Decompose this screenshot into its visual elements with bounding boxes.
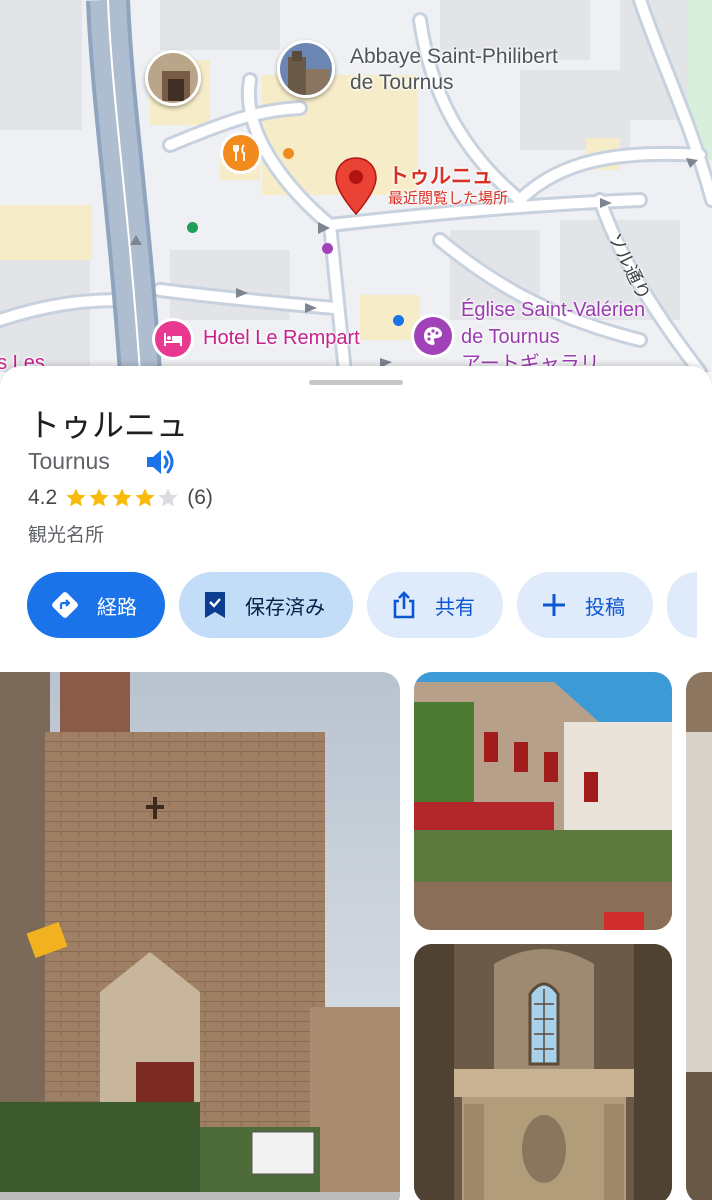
star-icon — [158, 488, 178, 507]
poi-dot-orange[interactable] — [283, 148, 294, 159]
pin-subtitle: 最近閲覧した場所 — [388, 190, 509, 207]
place-category: 観光名所 — [28, 524, 105, 546]
plus-icon — [541, 592, 567, 618]
poi-abbaye-line2: de Tournus — [350, 71, 454, 94]
street-cafe-photo[interactable] — [414, 672, 672, 930]
abbaye-photo-marker[interactable] — [277, 40, 335, 98]
photo-marker[interactable] — [145, 50, 201, 106]
star-icon — [112, 488, 132, 507]
star-icon — [66, 488, 86, 507]
poi-dot-blue[interactable] — [393, 315, 404, 326]
place-pin-icon[interactable] — [334, 156, 378, 216]
poi-abbaye-line1: Abbaye Saint-Philibert — [350, 45, 558, 68]
speaker-icon[interactable] — [144, 446, 178, 482]
post-label: 投稿 — [585, 594, 625, 619]
share-icon — [391, 590, 417, 620]
poi-abbaye-label[interactable]: Abbaye Saint-Philibert de Tournus — [350, 44, 558, 96]
poi-dot-green[interactable] — [187, 222, 198, 233]
pin-label[interactable]: トゥルニュ 最近閲覧した場所 — [388, 166, 508, 210]
share-label: 共有 — [435, 594, 475, 619]
map-view[interactable]: Abbaye Saint-Philibert de Tournus トゥルニュ … — [0, 0, 712, 372]
star-icon — [89, 488, 109, 507]
place-title: トゥルニュ — [28, 406, 189, 444]
saved-button[interactable]: 保存済み — [179, 572, 353, 638]
gallery-line2: de Tournus — [461, 326, 560, 348]
action-chips: 経路 保存済み 共有 投稿 — [27, 572, 697, 638]
art-gallery-icon[interactable] — [414, 317, 452, 355]
next-photo-partial[interactable] — [686, 672, 712, 1200]
church-facade-photo[interactable] — [0, 672, 400, 1200]
review-count: (6) — [187, 486, 213, 509]
bookmark-check-icon — [203, 590, 227, 620]
star-icon — [135, 488, 155, 507]
drag-handle[interactable] — [309, 380, 403, 385]
place-details-sheet[interactable]: トゥルニュ Tournus 4.2 (6) 観光名所 経路 保存済み 共有 投稿 — [0, 366, 712, 1200]
hotel-icon[interactable] — [155, 321, 191, 357]
post-button[interactable]: 投稿 — [517, 572, 653, 638]
pin-title: トゥルニュ — [388, 165, 493, 188]
rating-row[interactable]: 4.2 (6) — [28, 486, 213, 510]
gallery-label[interactable]: Église Saint-Valérien de Tournus アートギャラリ — [461, 297, 645, 372]
poi-dot-purple[interactable] — [322, 243, 333, 254]
rating-value: 4.2 — [28, 486, 58, 509]
place-latin-name: Tournus — [28, 448, 110, 474]
gallery-line1: Église Saint-Valérien — [461, 299, 646, 321]
directions-icon — [51, 591, 79, 619]
rating-stars — [65, 487, 180, 509]
share-button[interactable]: 共有 — [367, 572, 503, 638]
restaurant-icon[interactable] — [223, 135, 259, 171]
directions-label: 経路 — [97, 594, 137, 619]
directions-button[interactable]: 経路 — [27, 572, 165, 638]
saved-label: 保存済み — [245, 594, 325, 619]
chapel-altar-photo[interactable] — [414, 944, 672, 1200]
hotel-label[interactable]: Hotel Le Rempart — [203, 327, 360, 350]
more-chip[interactable] — [667, 572, 697, 638]
